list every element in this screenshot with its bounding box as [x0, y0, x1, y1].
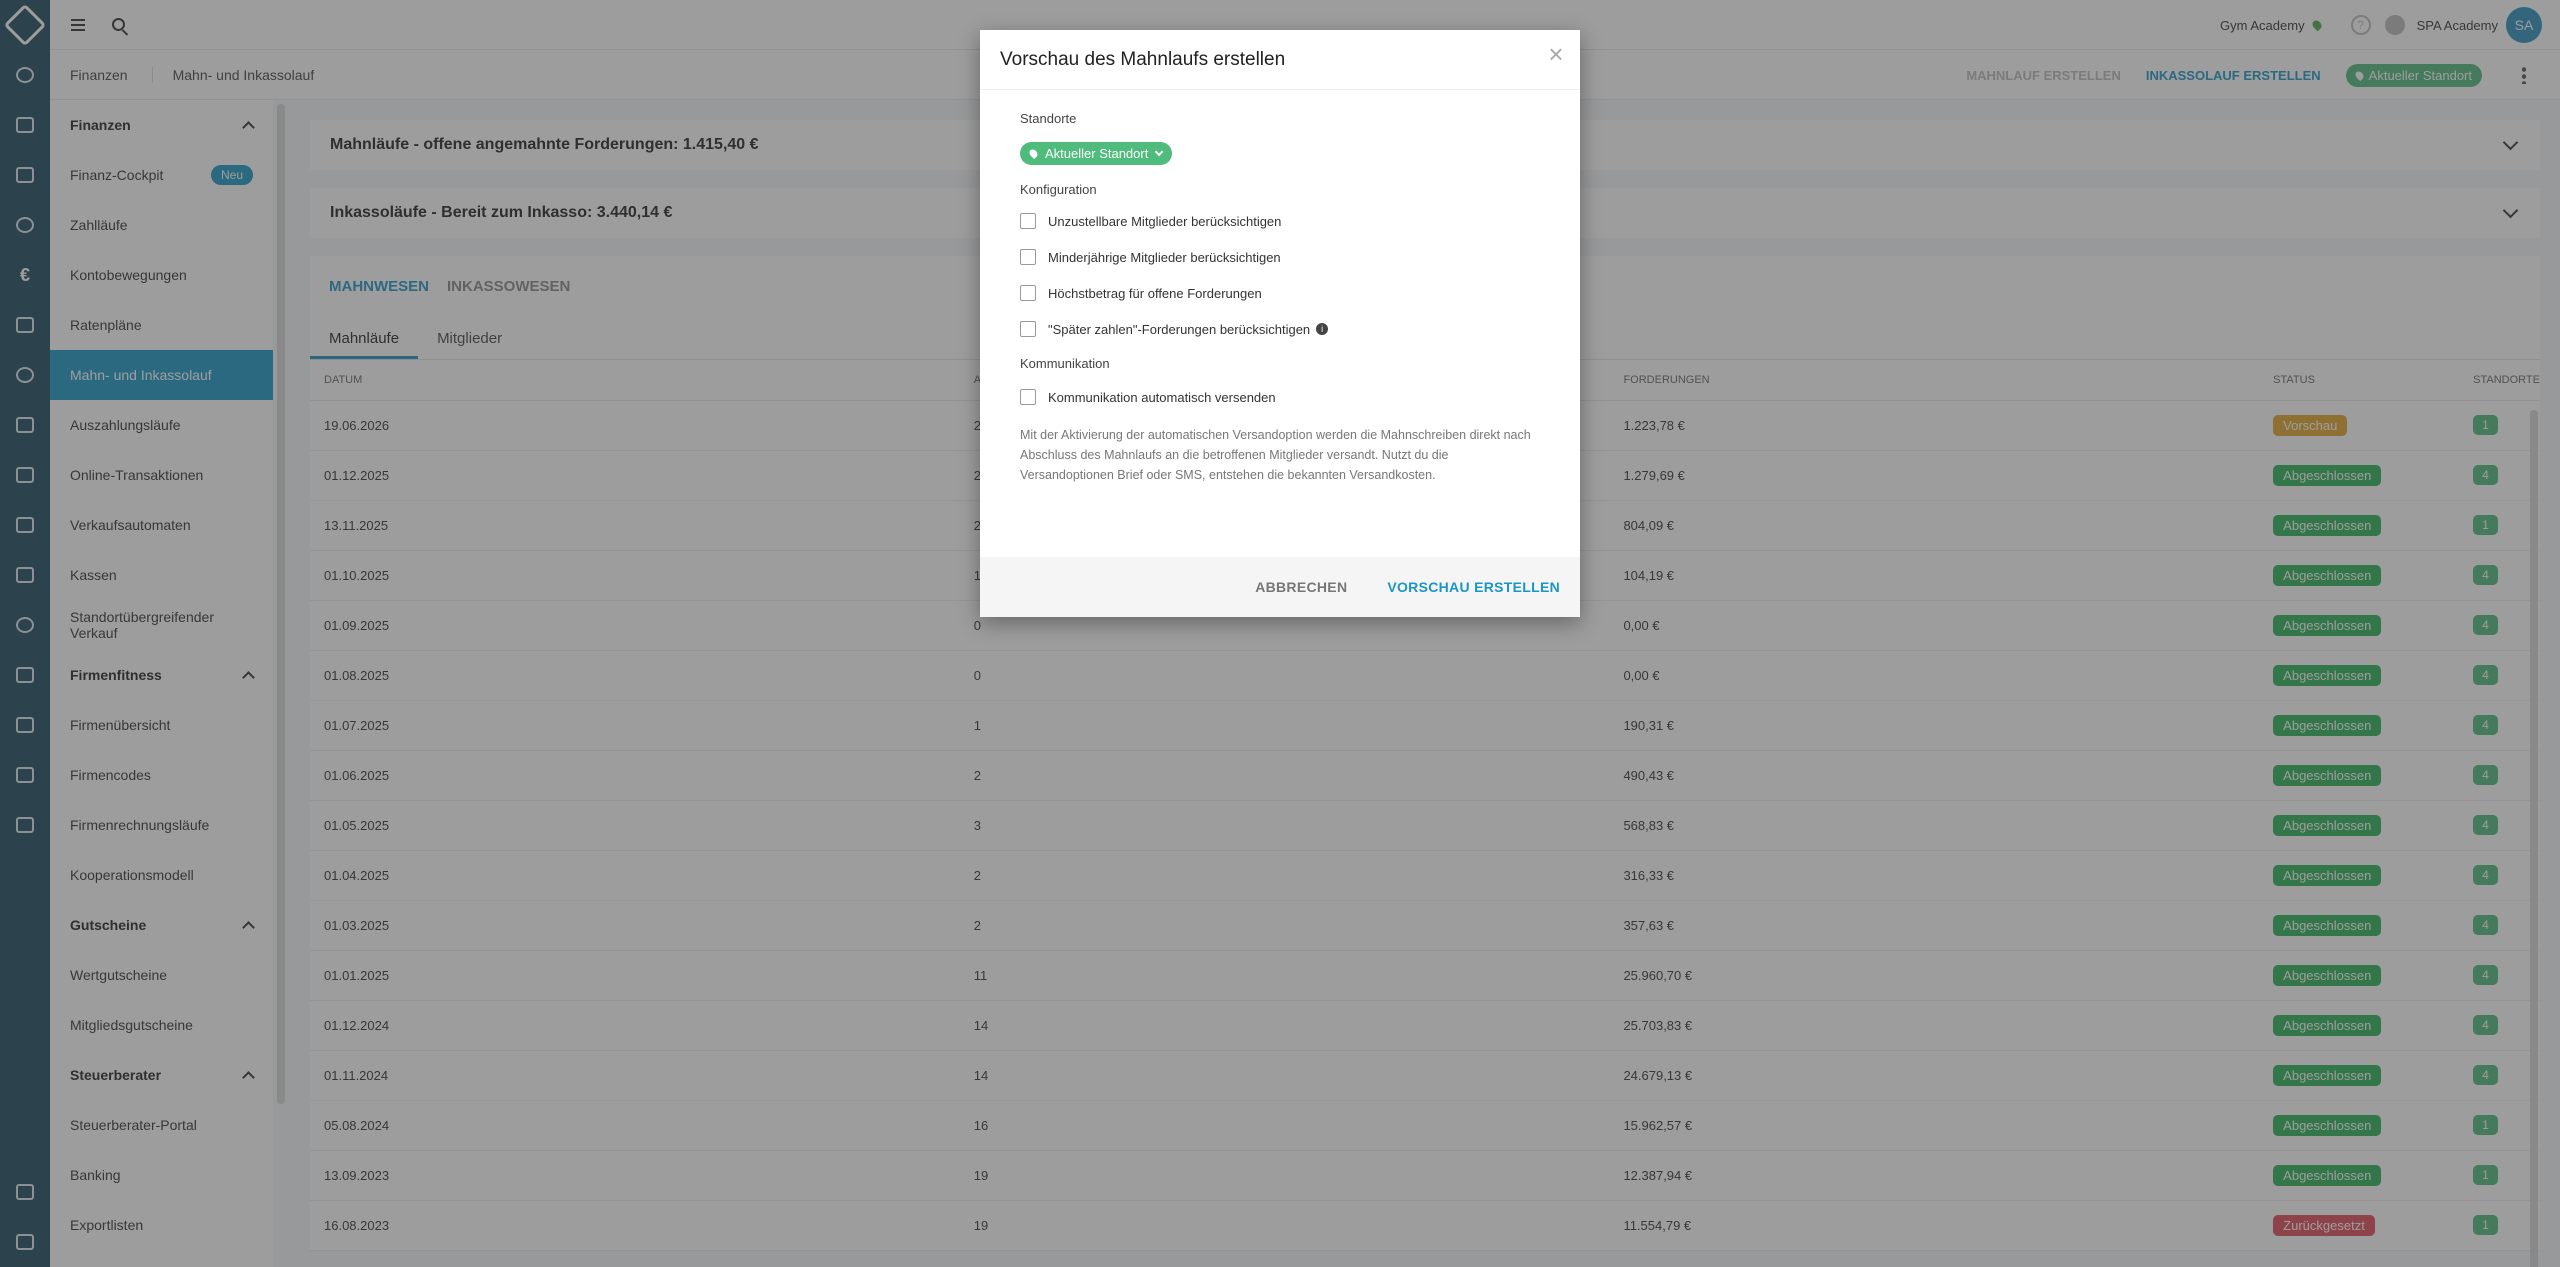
- checkbox[interactable]: [1020, 249, 1036, 265]
- kommunikation-label: Kommunikation: [1020, 356, 1110, 371]
- checkbox[interactable]: [1020, 389, 1036, 405]
- info-icon[interactable]: i: [1316, 323, 1329, 335]
- option-unzustellbare[interactable]: Unzustellbare Mitglieder berücksichtigen: [1020, 203, 1540, 239]
- standorte-label: Standorte: [1020, 111, 1077, 126]
- konfiguration-label: Konfiguration: [1020, 182, 1097, 197]
- option-label: "Später zahlen"-Forderungen berücksichti…: [1048, 321, 1311, 337]
- checkbox[interactable]: [1020, 285, 1036, 301]
- option-minderjaehrige[interactable]: Minderjährige Mitglieder berücksichtigen: [1020, 239, 1540, 275]
- communication-note: Mit der Aktivierung der automatischen Ve…: [1020, 428, 1531, 482]
- location-chip-label: Aktueller Standort: [1045, 146, 1149, 161]
- option-label: Höchstbetrag für offene Forderungen: [1048, 285, 1262, 301]
- option-label: Kommunikation automatisch versenden: [1048, 389, 1276, 405]
- option-kommunikation[interactable]: Kommunikation automatisch versenden: [1020, 379, 1540, 415]
- checkbox[interactable]: [1020, 321, 1036, 337]
- location-pin-icon: [1027, 147, 1040, 160]
- cancel-button[interactable]: ABBRECHEN: [1255, 579, 1347, 595]
- checkbox[interactable]: [1020, 213, 1036, 229]
- option-spaeter-zahlen[interactable]: "Später zahlen"-Forderungen berücksichti…: [1020, 311, 1540, 347]
- dialog-footer: ABBRECHEN VORSCHAU ERSTELLEN: [980, 557, 1580, 617]
- close-icon[interactable]: ×: [1546, 41, 1566, 67]
- option-hoechstbetrag[interactable]: Höchstbetrag für offene Forderungen: [1020, 275, 1540, 311]
- option-label: Unzustellbare Mitglieder berücksichtigen: [1048, 213, 1282, 229]
- chevron-down-icon: [1155, 147, 1164, 156]
- location-chip[interactable]: Aktueller Standort: [1020, 142, 1173, 165]
- option-label: Minderjährige Mitglieder berücksichtigen: [1048, 249, 1281, 265]
- preview-dialog: Vorschau des Mahnlaufs erstellen × Stand…: [980, 30, 1580, 617]
- dialog-title: Vorschau des Mahnlaufs erstellen: [980, 30, 1580, 90]
- create-preview-button[interactable]: VORSCHAU ERSTELLEN: [1387, 579, 1560, 595]
